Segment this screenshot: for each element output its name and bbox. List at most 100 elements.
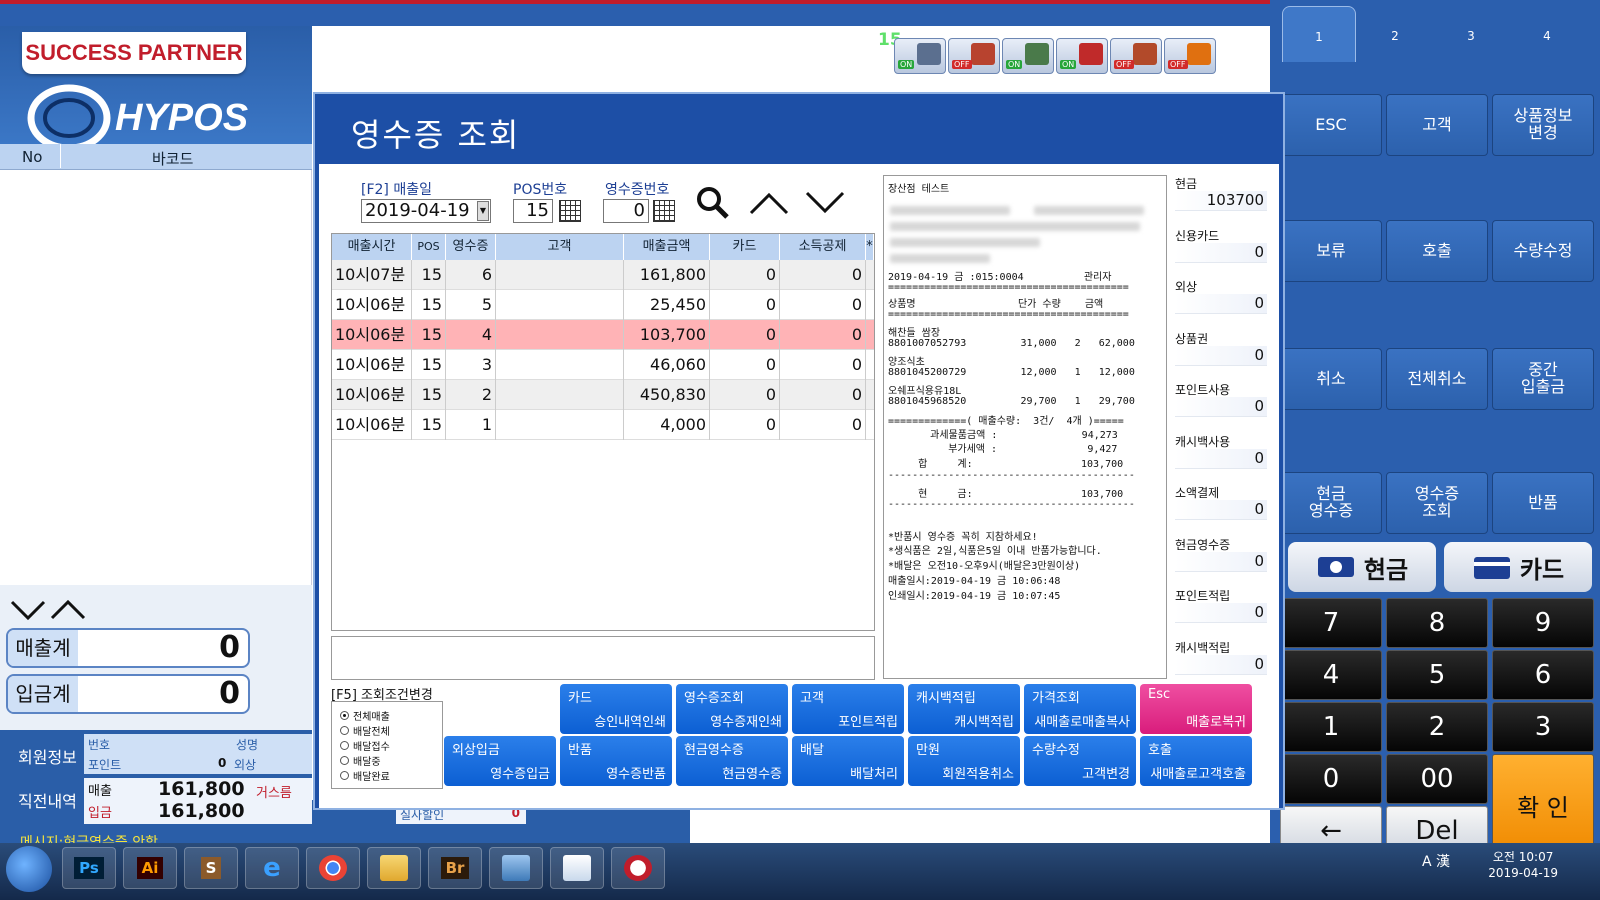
radio-option[interactable]: 배달접수 <box>340 738 390 753</box>
memo-box[interactable] <box>331 636 875 680</box>
column-header-8[interactable]: * <box>866 234 874 260</box>
radio-button[interactable] <box>340 756 349 765</box>
delivery-truck-icon[interactable]: OFF <box>1110 38 1162 74</box>
function-key-10[interactable]: 현금 영수증 <box>1280 472 1382 534</box>
receipt-no-input[interactable]: 0 <box>603 199 649 223</box>
radio-option[interactable]: 배달완료 <box>340 768 390 783</box>
number-key-6[interactable]: 6 <box>1492 650 1594 700</box>
system-clock[interactable]: 오전 10:07 2019-04-19 <box>1488 849 1558 881</box>
number-key-5[interactable]: 5 <box>1386 650 1488 700</box>
function-key-11[interactable]: 영수증 조회 <box>1386 472 1488 534</box>
column-header-1[interactable]: 매출시간 <box>332 234 412 260</box>
radio-button[interactable] <box>340 741 349 750</box>
column-header-3[interactable]: 영수증 <box>446 234 496 260</box>
ime-indicator[interactable]: A 漢 <box>1422 851 1450 871</box>
taskbar-app-chrome[interactable] <box>306 847 360 889</box>
number-key-3[interactable]: 3 <box>1492 702 1594 752</box>
action-button-4[interactable]: 캐시백적립 캐시백적립 <box>908 684 1020 734</box>
number-key-00[interactable]: 00 <box>1386 754 1488 804</box>
stamp-icon[interactable]: OFF <box>948 38 1000 74</box>
taskbar-app-Br[interactable]: Br <box>428 847 482 889</box>
printer-icon[interactable]: ON <box>894 38 946 74</box>
network-icon[interactable]: ON <box>1002 38 1054 74</box>
number-key-0[interactable]: 0 <box>1280 754 1382 804</box>
column-header-2[interactable]: POS <box>412 234 446 260</box>
keypad-tab-3[interactable]: 3 <box>1434 6 1508 62</box>
pay-card-button[interactable]: 카드 <box>1444 542 1592 592</box>
keypad-tab-2[interactable]: 2 <box>1358 6 1432 62</box>
action-button-5[interactable]: 가격조회 새매출로매출복사 <box>1024 684 1136 734</box>
action-button-13[interactable]: 호출 새매출로고객호출 <box>1140 736 1252 786</box>
radio-button[interactable] <box>340 711 349 720</box>
table-row[interactable]: 10시07분 15 6 161,800 0 0 <box>332 260 874 290</box>
column-header-6[interactable]: 카드 <box>710 234 780 260</box>
function-key-6[interactable]: 수량수정 <box>1492 220 1594 282</box>
taskbar-app-e[interactable]: e <box>245 847 299 889</box>
action-button-2[interactable]: 영수증조회 영수증재인쇄 <box>676 684 788 734</box>
radio-option[interactable]: 배달중 <box>340 753 381 768</box>
keypad-tab-4[interactable]: 4 <box>1510 6 1584 62</box>
grid-picker-icon[interactable] <box>653 200 675 222</box>
number-key-7[interactable]: 7 <box>1280 598 1382 648</box>
taskbar-app-hypos[interactable] <box>611 847 665 889</box>
table-row[interactable]: 10시06분 15 4 103,700 0 0 <box>332 320 874 350</box>
function-key-7[interactable]: 취소 <box>1280 348 1382 410</box>
table-row[interactable]: 10시06분 15 1 4,000 0 0 <box>332 410 874 440</box>
radio-option[interactable]: 전체매출 <box>340 708 390 723</box>
date-select[interactable]: 2019-04-19 <box>361 199 491 223</box>
action-button-6[interactable]: Esc 매출로복귀 <box>1140 684 1252 734</box>
number-key-1[interactable]: 1 <box>1280 702 1382 752</box>
ok-cashbag-icon[interactable]: OFF <box>1164 38 1216 74</box>
radio-option[interactable]: 배달전체 <box>340 723 390 738</box>
function-key-5[interactable]: 호출 <box>1386 220 1488 282</box>
action-button-10[interactable]: 배달 배달처리 <box>792 736 904 786</box>
confirm-key[interactable]: 확 인 <box>1492 754 1594 856</box>
column-header-4[interactable]: 고객 <box>496 234 624 260</box>
number-key-2[interactable]: 2 <box>1386 702 1488 752</box>
keypad-tab-1[interactable]: 1 <box>1282 6 1356 62</box>
action-button-8[interactable]: 반품 영수증반품 <box>560 736 672 786</box>
table-row[interactable]: 10시06분 15 2 450,830 0 0 <box>332 380 874 410</box>
action-button-12[interactable]: 수량수정 고객변경 <box>1024 736 1136 786</box>
function-key-4[interactable]: 보류 <box>1280 220 1382 282</box>
function-key-1[interactable]: ESC <box>1280 94 1382 156</box>
column-header-5[interactable]: 매출금액 <box>624 234 710 260</box>
scanner-icon[interactable]: ON <box>1056 38 1108 74</box>
action-button-3[interactable]: 고객 포인트적립 <box>792 684 904 734</box>
function-key-3[interactable]: 상품정보 변경 <box>1492 94 1594 156</box>
number-key-8[interactable]: 8 <box>1386 598 1488 648</box>
taskbar-app-photo[interactable] <box>489 847 543 889</box>
action-bottom-label: 포인트적립 <box>838 715 898 730</box>
action-button-9[interactable]: 현금영수증 현금영수증 <box>676 736 788 786</box>
grid-picker-icon[interactable] <box>559 200 581 222</box>
search-icon[interactable] <box>695 185 731 221</box>
chevron-up-icon[interactable] <box>749 189 789 217</box>
function-key-2[interactable]: 고객 <box>1386 94 1488 156</box>
dropdown-arrow-icon[interactable]: ▼ <box>477 201 489 221</box>
taskbar-app-Ai[interactable]: Ai <box>123 847 177 889</box>
function-key-9[interactable]: 중간 입출금 <box>1492 348 1594 410</box>
action-top-label: 배달 <box>800 743 824 758</box>
chevron-down-icon[interactable] <box>805 189 845 217</box>
action-button-7[interactable]: 외상입금 영수증입금 <box>444 736 556 786</box>
action-button-11[interactable]: 만원 회원적용취소 <box>908 736 1020 786</box>
function-key-8[interactable]: 전체취소 <box>1386 348 1488 410</box>
radio-button[interactable] <box>340 771 349 780</box>
scroll-arrows[interactable] <box>10 596 100 624</box>
taskbar-app-notepad[interactable] <box>550 847 604 889</box>
number-key-9[interactable]: 9 <box>1492 598 1594 648</box>
column-header-7[interactable]: 소득공제 <box>780 234 866 260</box>
taskbar-app-folder[interactable] <box>367 847 421 889</box>
item-grid[interactable] <box>0 170 312 585</box>
pay-cash-button[interactable]: 현금 <box>1288 542 1436 592</box>
table-row[interactable]: 10시06분 15 5 25,450 0 0 <box>332 290 874 320</box>
taskbar-app-S[interactable]: S <box>184 847 238 889</box>
taskbar-app-Ps[interactable]: Ps <box>62 847 116 889</box>
number-key-4[interactable]: 4 <box>1280 650 1382 700</box>
function-key-12[interactable]: 반품 <box>1492 472 1594 534</box>
table-row[interactable]: 10시06분 15 3 46,060 0 0 <box>332 350 874 380</box>
radio-button[interactable] <box>340 726 349 735</box>
action-button-1[interactable]: 카드 승인내역인쇄 <box>560 684 672 734</box>
pos-no-input[interactable]: 15 <box>513 199 553 223</box>
start-button[interactable] <box>6 846 52 892</box>
